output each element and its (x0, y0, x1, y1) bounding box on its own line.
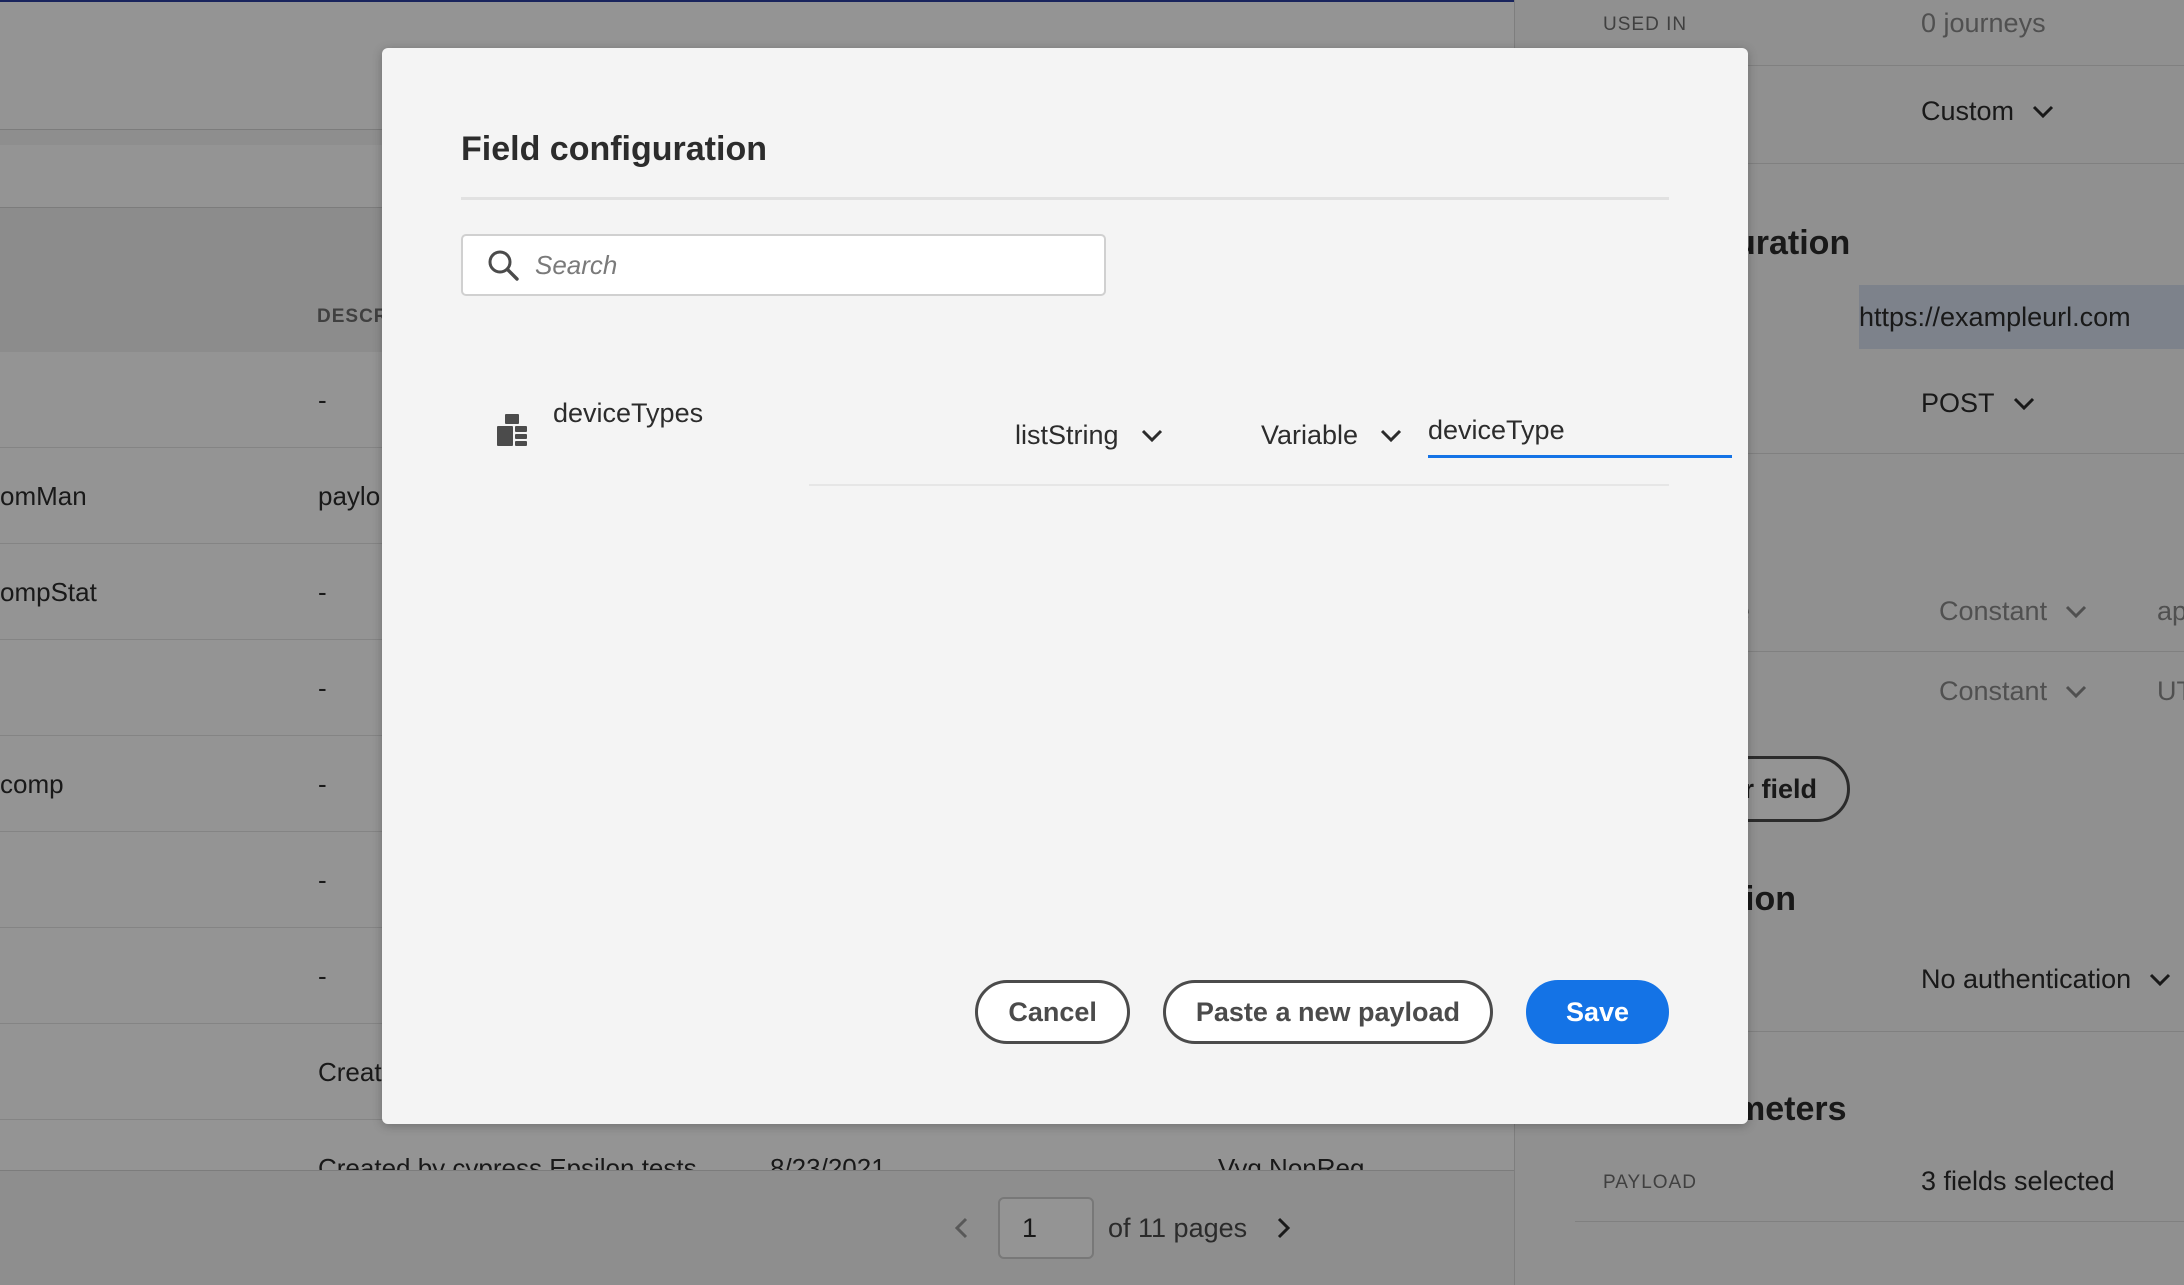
field-mode-value: Variable (1261, 420, 1359, 450)
field-configuration-dialog: Field configuration deviceTypes listStri… (382, 48, 1748, 1124)
title-divider (461, 197, 1669, 200)
field-name: deviceTypes (553, 398, 704, 428)
search-input[interactable] (535, 249, 1095, 281)
search-icon (483, 245, 523, 285)
field-row-divider (809, 484, 1669, 486)
cancel-button[interactable]: Cancel (975, 980, 1130, 1044)
field-row: deviceTypes listString Variable deviceTy… (461, 378, 1732, 488)
search-box[interactable] (461, 234, 1106, 296)
chevron-down-icon (1141, 429, 1162, 442)
dialog-actions: Cancel Paste a new payload Save (975, 980, 1669, 1044)
list-object-icon (495, 412, 529, 448)
save-button[interactable]: Save (1526, 980, 1669, 1044)
chevron-down-icon (1381, 429, 1402, 442)
field-mode-dropdown[interactable]: Variable (1261, 420, 1402, 451)
variable-name-input[interactable]: deviceType (1428, 406, 1732, 458)
paste-payload-button[interactable]: Paste a new payload (1162, 980, 1493, 1044)
field-type-dropdown[interactable]: listString (1015, 420, 1163, 451)
dialog-title: Field configuration (461, 130, 767, 168)
field-type-value: listString (1015, 420, 1119, 450)
